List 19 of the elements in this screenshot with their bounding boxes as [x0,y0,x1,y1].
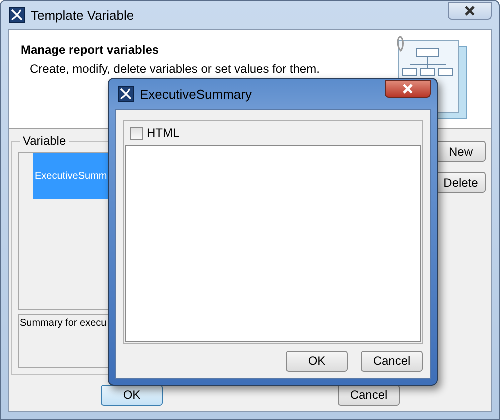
checkbox-label: HTML [147,126,180,140]
dialog-button[interactable]: OK [101,384,163,406]
app-icon [9,7,25,23]
close-button[interactable] [448,2,492,20]
side-button[interactable]: Delete [436,172,486,193]
close-icon [402,84,414,94]
header-title: Manage report variables [21,43,160,57]
dialog-button[interactable]: OK [286,350,348,372]
window-title: Template Variable [31,8,134,22]
dialog-title: ExecutiveSummary [140,86,252,102]
close-icon [464,6,476,16]
app-icon [118,86,134,102]
header-description: Create, modify, delete variables or set values for them. [29,62,320,76]
html-checkbox[interactable] [130,126,143,140]
dialog-button[interactable]: Cancel [361,350,423,372]
side-button[interactable]: New [436,141,486,162]
close-button[interactable] [385,80,431,98]
group-label: Variable [20,134,70,148]
dialog-button[interactable]: Cancel [338,384,400,406]
